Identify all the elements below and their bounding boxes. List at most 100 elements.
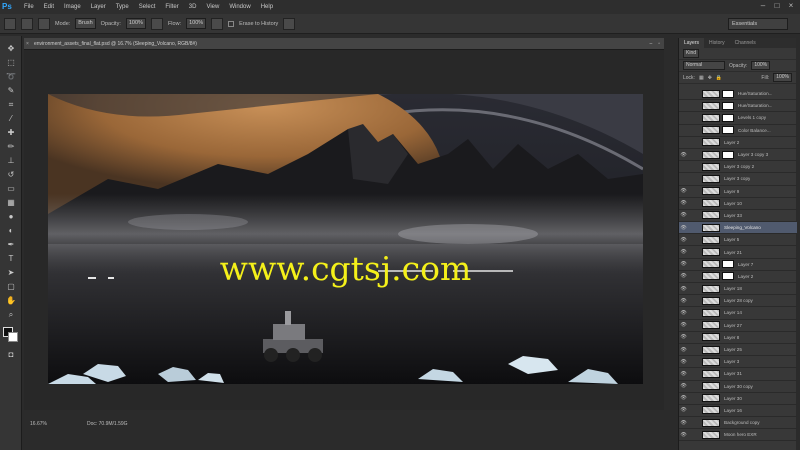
document-workspace[interactable]: www.cgtsj.com — [24, 50, 664, 410]
layer-row[interactable]: Layer 3 copy 2 — [679, 161, 797, 174]
layer-row[interactable]: Color Balance... — [679, 125, 797, 137]
gradient-tool-icon[interactable]: ▦ — [4, 197, 18, 209]
image-canvas[interactable]: www.cgtsj.com — [48, 94, 643, 384]
layer-thumbnail[interactable] — [702, 272, 720, 281]
layer-name[interactable]: Layer 28 copy — [724, 298, 753, 303]
layer-thumbnail[interactable] — [702, 345, 720, 354]
type-tool-icon[interactable]: T — [4, 253, 18, 265]
layer-row[interactable]: 👁 Layer 3 — [679, 356, 797, 369]
layer-row[interactable]: 👁 Background copy — [679, 417, 797, 430]
layer-row[interactable]: 👁 Moon hero EXR — [679, 429, 797, 442]
layer-row[interactable]: 👁 Layer 7 — [679, 259, 797, 271]
layer-name[interactable]: Layer 3 — [724, 359, 739, 364]
pressure-size-icon[interactable] — [283, 17, 296, 30]
erase-history-checkbox[interactable] — [228, 20, 235, 27]
fill-field[interactable]: 100% — [773, 73, 792, 82]
layer-row[interactable]: 👁 Layer 30 copy — [679, 381, 797, 393]
background-color-swatch[interactable] — [8, 332, 18, 342]
layer-name[interactable]: Layer 3 copy 3 — [738, 152, 768, 157]
visibility-eye-icon[interactable]: 👁 — [679, 200, 688, 206]
dodge-tool-icon[interactable]: ◐ — [4, 225, 18, 237]
layer-name[interactable]: Color Balance... — [738, 128, 771, 133]
crop-tool-icon[interactable]: ⌗ — [4, 99, 18, 111]
layer-thumbnail[interactable] — [702, 296, 720, 305]
layer-thumbnail[interactable] — [702, 418, 720, 427]
mode-select[interactable]: Brush — [75, 18, 96, 29]
layer-row[interactable]: 👁 Layer 33 — [679, 210, 797, 223]
document-tab[interactable]: × environment_assets_final_flat.psd @ 16… — [24, 38, 664, 50]
visibility-eye-icon[interactable]: 👁 — [679, 249, 688, 255]
layer-row[interactable]: 👁 Layer 3 copy 3 — [679, 149, 797, 162]
layer-opacity-field[interactable]: 100% — [751, 61, 771, 70]
quick-mask-icon[interactable]: ◘ — [4, 349, 18, 361]
tab-history[interactable]: History — [704, 38, 730, 48]
visibility-eye-icon[interactable]: 👁 — [679, 334, 688, 340]
blend-mode-select[interactable]: Normal — [683, 61, 725, 70]
layer-row[interactable]: 👁 Layer 14 — [679, 307, 797, 320]
layer-thumbnail[interactable] — [702, 162, 720, 171]
layer-name[interactable]: Layer 2 — [738, 274, 753, 279]
eraser-tool-icon[interactable]: ▭ — [4, 183, 18, 195]
pen-tool-icon[interactable]: ✒ — [4, 239, 18, 251]
layer-row[interactable]: Levels 1 copy — [679, 112, 797, 125]
move-tool-icon[interactable]: ✥ — [4, 43, 18, 55]
menu-view[interactable]: View — [206, 4, 219, 10]
kind-filter-select[interactable]: Kind — [683, 49, 700, 58]
shape-tool-icon[interactable]: ▢ — [4, 281, 18, 293]
menu-file[interactable]: File — [24, 4, 34, 10]
visibility-eye-icon[interactable]: 👁 — [679, 432, 688, 438]
layer-name[interactable]: Sleeping_Volcano — [724, 225, 761, 230]
visibility-eye-icon[interactable]: 👁 — [679, 310, 688, 316]
menu-window[interactable]: Window — [229, 4, 250, 10]
layer-name[interactable]: Hue/Saturation... — [738, 103, 772, 108]
layer-name[interactable]: Background copy — [724, 420, 760, 425]
layer-name[interactable]: Moon hero EXR — [724, 432, 757, 437]
quick-select-tool-icon[interactable]: ✎ — [4, 85, 18, 97]
visibility-eye-icon[interactable]: 👁 — [679, 261, 688, 267]
visibility-eye-icon[interactable]: 👁 — [679, 383, 688, 389]
document-info[interactable]: Doc: 70.9M/1.59G — [87, 421, 128, 427]
layer-row[interactable]: 👁 Layer 25 — [679, 344, 797, 357]
layer-thumbnail[interactable] — [702, 89, 720, 98]
visibility-eye-icon[interactable]: 👁 — [679, 371, 688, 377]
workspace-select[interactable]: Essentials — [728, 18, 788, 30]
layer-name[interactable]: Layer 33 — [724, 213, 742, 218]
layer-name[interactable]: Layer 8 — [724, 335, 739, 340]
visibility-eye-icon[interactable]: 👁 — [679, 273, 688, 279]
visibility-eye-icon[interactable]: 👁 — [679, 347, 688, 353]
layer-row[interactable]: Layer 2 — [679, 137, 797, 149]
menu-edit[interactable]: Edit — [44, 4, 54, 10]
visibility-eye-icon[interactable]: 👁 — [679, 188, 688, 194]
layer-thumbnail[interactable] — [702, 321, 720, 330]
layer-thumbnail[interactable] — [702, 150, 720, 159]
layer-thumbnail[interactable] — [702, 101, 720, 110]
lock-pixels-icon[interactable]: ▦ — [699, 75, 704, 81]
layer-row[interactable]: 👁 Sleeping_Volcano — [679, 222, 797, 235]
brush-panel-toggle-icon[interactable] — [38, 17, 50, 30]
layer-mask-thumbnail[interactable] — [722, 150, 734, 159]
layer-thumbnail[interactable] — [702, 138, 720, 147]
zoom-level[interactable]: 16.67% — [30, 421, 47, 427]
layer-row[interactable]: Layer 3 copy — [679, 173, 797, 186]
layer-row[interactable]: 👁 Layer 8 — [679, 332, 797, 344]
eraser-tool-preset-icon[interactable] — [4, 17, 16, 30]
layer-name[interactable]: Layer 30 copy — [724, 384, 753, 389]
layer-name[interactable]: Layer 18 — [724, 286, 742, 291]
visibility-eye-icon[interactable]: 👁 — [679, 152, 688, 158]
visibility-eye-icon[interactable]: 👁 — [679, 395, 688, 401]
visibility-eye-icon[interactable]: 👁 — [679, 286, 688, 292]
layer-thumbnail[interactable] — [702, 211, 720, 220]
layer-name[interactable]: Layer 16 — [724, 408, 742, 413]
layer-name[interactable]: Layer 30 — [724, 396, 742, 401]
layer-thumbnail[interactable] — [702, 406, 720, 415]
menu-3d[interactable]: 3D — [189, 4, 197, 10]
layer-thumbnail[interactable] — [702, 223, 720, 232]
layer-name[interactable]: Layer 25 — [724, 347, 742, 352]
layer-name[interactable]: Hue/Saturation... — [738, 91, 772, 96]
layer-mask-thumbnail[interactable] — [722, 101, 734, 110]
layer-thumbnail[interactable] — [702, 187, 720, 196]
zoom-tool-icon[interactable]: ⌕ — [4, 309, 18, 321]
marquee-tool-icon[interactable]: ⬚ — [4, 57, 18, 69]
layer-name[interactable]: Levels 1 copy — [738, 115, 766, 120]
flow-field[interactable]: 100% — [186, 18, 207, 29]
